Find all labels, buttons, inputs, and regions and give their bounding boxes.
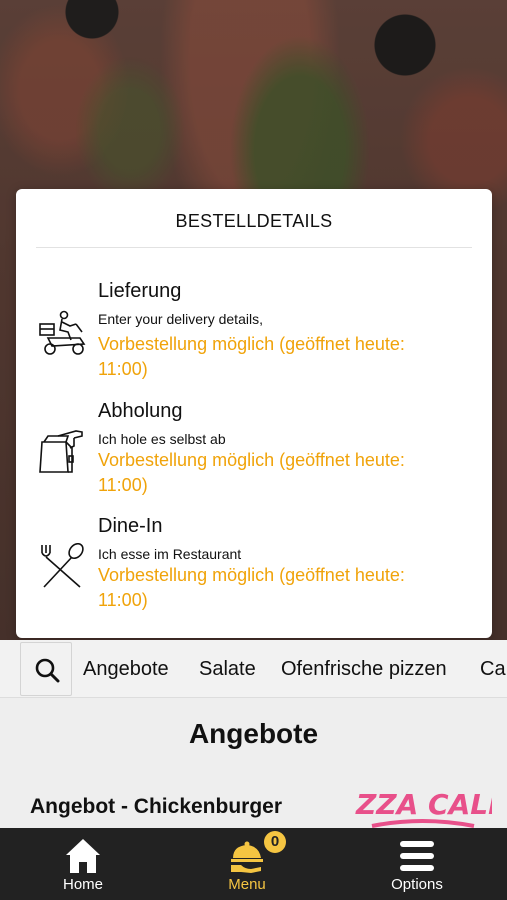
search-icon xyxy=(35,658,60,683)
nav-label: Menu xyxy=(228,876,266,893)
nav-label: Home xyxy=(62,876,103,893)
status-time: 11:00) xyxy=(98,475,148,495)
modal-title: BESTELLDETAILS xyxy=(175,211,333,231)
option-description: Ich esse im Restaurant xyxy=(98,546,242,562)
option-status: Vorbestellung möglich (geöffnet heute: 1… xyxy=(98,563,458,613)
pizza-logo-image: ZZA CALL xyxy=(352,780,506,828)
option-description: Ich hole es selbst ab xyxy=(98,431,226,447)
nav-label: Options xyxy=(391,876,443,893)
option-title: Lieferung xyxy=(98,280,182,302)
category-bar: Angebote Salate Ofenfrische pizzen Ca xyxy=(0,640,507,698)
cart-count-badge: 0 xyxy=(264,831,286,853)
logo-text: ZZA CALL xyxy=(355,788,492,821)
section-title: Angebote xyxy=(188,718,319,749)
option-title: Abholung xyxy=(98,400,183,422)
category-tab-angebote[interactable]: Angebote xyxy=(83,658,169,681)
cloche-icon xyxy=(231,841,263,873)
status-text: Vorbestellung möglich (geöffnet heute: xyxy=(98,565,405,585)
nav-options[interactable]: Options xyxy=(357,828,477,900)
modal-header: BESTELLDETAILS xyxy=(16,189,492,249)
option-status: Vorbestellung möglich (geöffnet heute: 1… xyxy=(98,448,458,498)
status-time: 11:00) xyxy=(98,590,148,610)
takeaway-bag-icon xyxy=(38,428,88,474)
option-description: Enter your delivery details, xyxy=(98,311,263,327)
option-delivery[interactable]: Lieferung Enter your delivery details, V… xyxy=(16,280,492,390)
option-dine-in[interactable]: Dine-In Ich esse im Restaurant Vorbestel… xyxy=(16,515,492,625)
category-tab-truncated[interactable]: Ca xyxy=(480,658,506,681)
option-pickup[interactable]: Abholung Ich hole es selbst ab Vorbestel… xyxy=(16,400,492,510)
scooter-delivery-icon xyxy=(38,310,88,356)
menu-content: Angebote Angebot - Chickenburger ZZA CAL… xyxy=(0,698,507,828)
menu-lines-icon xyxy=(400,841,434,871)
category-tab-ofenfrische-pizzen[interactable]: Ofenfrische pizzen xyxy=(281,658,447,681)
category-tab-salate[interactable]: Salate xyxy=(199,658,256,681)
order-details-modal: BESTELLDETAILS Lieferung Enter your deli… xyxy=(16,189,492,638)
search-button[interactable] xyxy=(20,642,72,696)
nav-menu[interactable]: 0 Menu xyxy=(187,828,307,900)
modal-divider xyxy=(36,247,472,248)
fork-spoon-icon xyxy=(38,542,88,589)
status-text: Vorbestellung möglich (geöffnet heute: xyxy=(98,334,405,354)
product-title[interactable]: Angebot - Chickenburger xyxy=(30,795,282,819)
option-title: Dine-In xyxy=(98,515,163,537)
nav-home[interactable]: Home xyxy=(23,828,143,900)
status-time: 11:00) xyxy=(98,359,148,379)
bottom-navigation: Home 0 Menu Options xyxy=(0,828,507,900)
home-icon xyxy=(66,839,100,873)
status-text: Vorbestellung möglich (geöffnet heute: xyxy=(98,450,405,470)
option-status: Vorbestellung möglich (geöffnet heute: 1… xyxy=(98,332,458,382)
